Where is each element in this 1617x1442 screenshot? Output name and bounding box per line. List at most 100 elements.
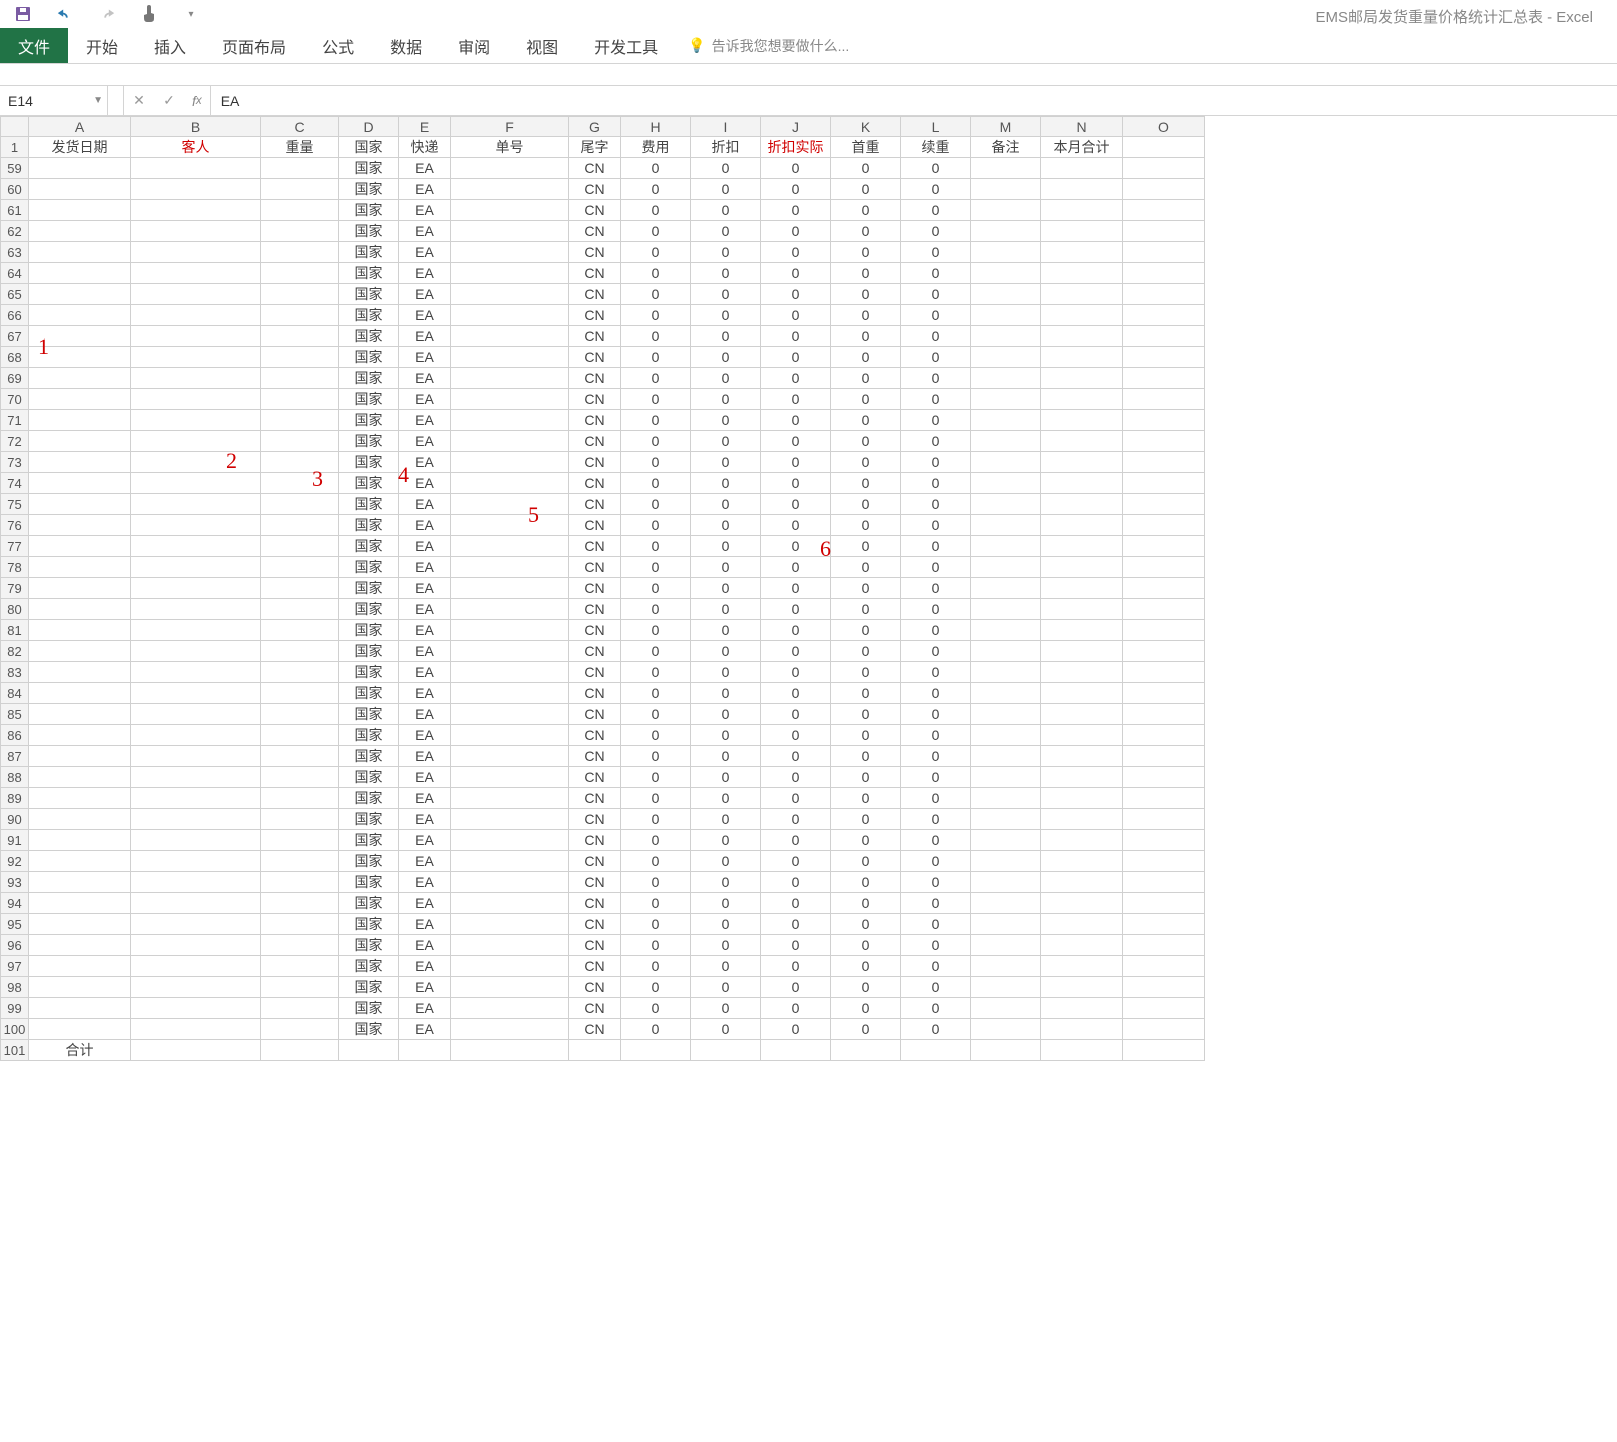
cell[interactable]: 0 <box>691 410 761 431</box>
cell[interactable] <box>1123 326 1205 347</box>
cell[interactable] <box>569 1040 621 1061</box>
header-cell[interactable]: 本月合计 <box>1041 137 1123 158</box>
cell[interactable] <box>261 536 339 557</box>
cell[interactable] <box>131 620 261 641</box>
cell[interactable]: EA <box>399 200 451 221</box>
cell[interactable]: 0 <box>901 452 971 473</box>
row-header[interactable]: 91 <box>1 830 29 851</box>
cell[interactable]: 0 <box>831 620 901 641</box>
cell[interactable] <box>399 1040 451 1061</box>
cell[interactable] <box>1123 956 1205 977</box>
name-box[interactable]: E14 ▼ <box>0 86 108 115</box>
cell[interactable]: 0 <box>761 935 831 956</box>
cell[interactable]: 国家 <box>339 221 399 242</box>
cell[interactable]: 0 <box>831 956 901 977</box>
cell[interactable] <box>1123 746 1205 767</box>
cell[interactable] <box>29 494 131 515</box>
cell[interactable]: CN <box>569 641 621 662</box>
cell[interactable] <box>261 662 339 683</box>
cell[interactable]: 国家 <box>339 893 399 914</box>
cell[interactable]: 0 <box>901 473 971 494</box>
cell[interactable] <box>261 725 339 746</box>
cell[interactable] <box>451 158 569 179</box>
cell[interactable] <box>29 851 131 872</box>
cell[interactable] <box>261 998 339 1019</box>
cell[interactable]: CN <box>569 410 621 431</box>
cell[interactable]: 0 <box>901 704 971 725</box>
cell[interactable] <box>1123 893 1205 914</box>
cell[interactable] <box>29 431 131 452</box>
cell[interactable]: 0 <box>621 431 691 452</box>
cell[interactable]: 0 <box>761 536 831 557</box>
cell[interactable]: 0 <box>901 431 971 452</box>
cell[interactable]: 0 <box>831 1019 901 1040</box>
col-header-N[interactable]: N <box>1041 117 1123 137</box>
cell[interactable]: 0 <box>761 347 831 368</box>
cell[interactable] <box>1041 578 1123 599</box>
cell[interactable]: 0 <box>761 767 831 788</box>
cell[interactable] <box>1123 725 1205 746</box>
row-header[interactable]: 74 <box>1 473 29 494</box>
cell[interactable] <box>29 1019 131 1040</box>
row-header[interactable]: 68 <box>1 347 29 368</box>
cell[interactable] <box>261 515 339 536</box>
cell[interactable]: 0 <box>901 935 971 956</box>
cell[interactable]: 0 <box>831 998 901 1019</box>
cell[interactable]: 0 <box>901 242 971 263</box>
cell[interactable] <box>131 599 261 620</box>
cell[interactable] <box>451 788 569 809</box>
cell[interactable] <box>1041 473 1123 494</box>
cell[interactable]: 0 <box>691 1019 761 1040</box>
chevron-down-icon[interactable]: ▼ <box>93 95 103 106</box>
cell[interactable]: 0 <box>621 242 691 263</box>
cell[interactable]: 0 <box>901 746 971 767</box>
cell[interactable]: 0 <box>761 809 831 830</box>
cell[interactable]: 0 <box>621 935 691 956</box>
cell[interactable]: CN <box>569 683 621 704</box>
header-cell[interactable]: 费用 <box>621 137 691 158</box>
cell[interactable] <box>1123 767 1205 788</box>
cell[interactable]: 0 <box>901 998 971 1019</box>
cell[interactable] <box>29 683 131 704</box>
cell[interactable]: 国家 <box>339 494 399 515</box>
tab-review[interactable]: 审阅 <box>440 28 508 63</box>
cell[interactable] <box>451 809 569 830</box>
cell[interactable]: CN <box>569 389 621 410</box>
cell[interactable] <box>29 809 131 830</box>
cell[interactable]: 0 <box>691 662 761 683</box>
cell[interactable] <box>451 1040 569 1061</box>
cell[interactable] <box>29 242 131 263</box>
cell[interactable] <box>261 599 339 620</box>
cell[interactable] <box>451 284 569 305</box>
cell[interactable]: EA <box>399 536 451 557</box>
cell[interactable] <box>29 620 131 641</box>
cell[interactable] <box>1123 998 1205 1019</box>
cell[interactable]: 0 <box>621 473 691 494</box>
cell[interactable]: CN <box>569 284 621 305</box>
cell[interactable]: CN <box>569 305 621 326</box>
cell[interactable]: 0 <box>761 683 831 704</box>
cell[interactable] <box>971 935 1041 956</box>
col-header-K[interactable]: K <box>831 117 901 137</box>
cell[interactable] <box>131 242 261 263</box>
row-header[interactable]: 72 <box>1 431 29 452</box>
cell[interactable] <box>971 872 1041 893</box>
cell[interactable] <box>131 767 261 788</box>
cell[interactable] <box>971 977 1041 998</box>
cell[interactable]: 0 <box>691 767 761 788</box>
cell[interactable] <box>971 200 1041 221</box>
cell[interactable] <box>1041 305 1123 326</box>
cell[interactable] <box>29 872 131 893</box>
row-header[interactable]: 59 <box>1 158 29 179</box>
cell[interactable]: 0 <box>901 620 971 641</box>
cell[interactable] <box>1123 809 1205 830</box>
cell[interactable] <box>1123 704 1205 725</box>
cell[interactable]: 0 <box>691 704 761 725</box>
cell[interactable]: 0 <box>621 179 691 200</box>
cell[interactable] <box>1123 935 1205 956</box>
cell[interactable]: 0 <box>761 725 831 746</box>
cell[interactable]: 0 <box>691 179 761 200</box>
cell[interactable] <box>29 200 131 221</box>
row-header[interactable]: 78 <box>1 557 29 578</box>
cell[interactable] <box>261 683 339 704</box>
